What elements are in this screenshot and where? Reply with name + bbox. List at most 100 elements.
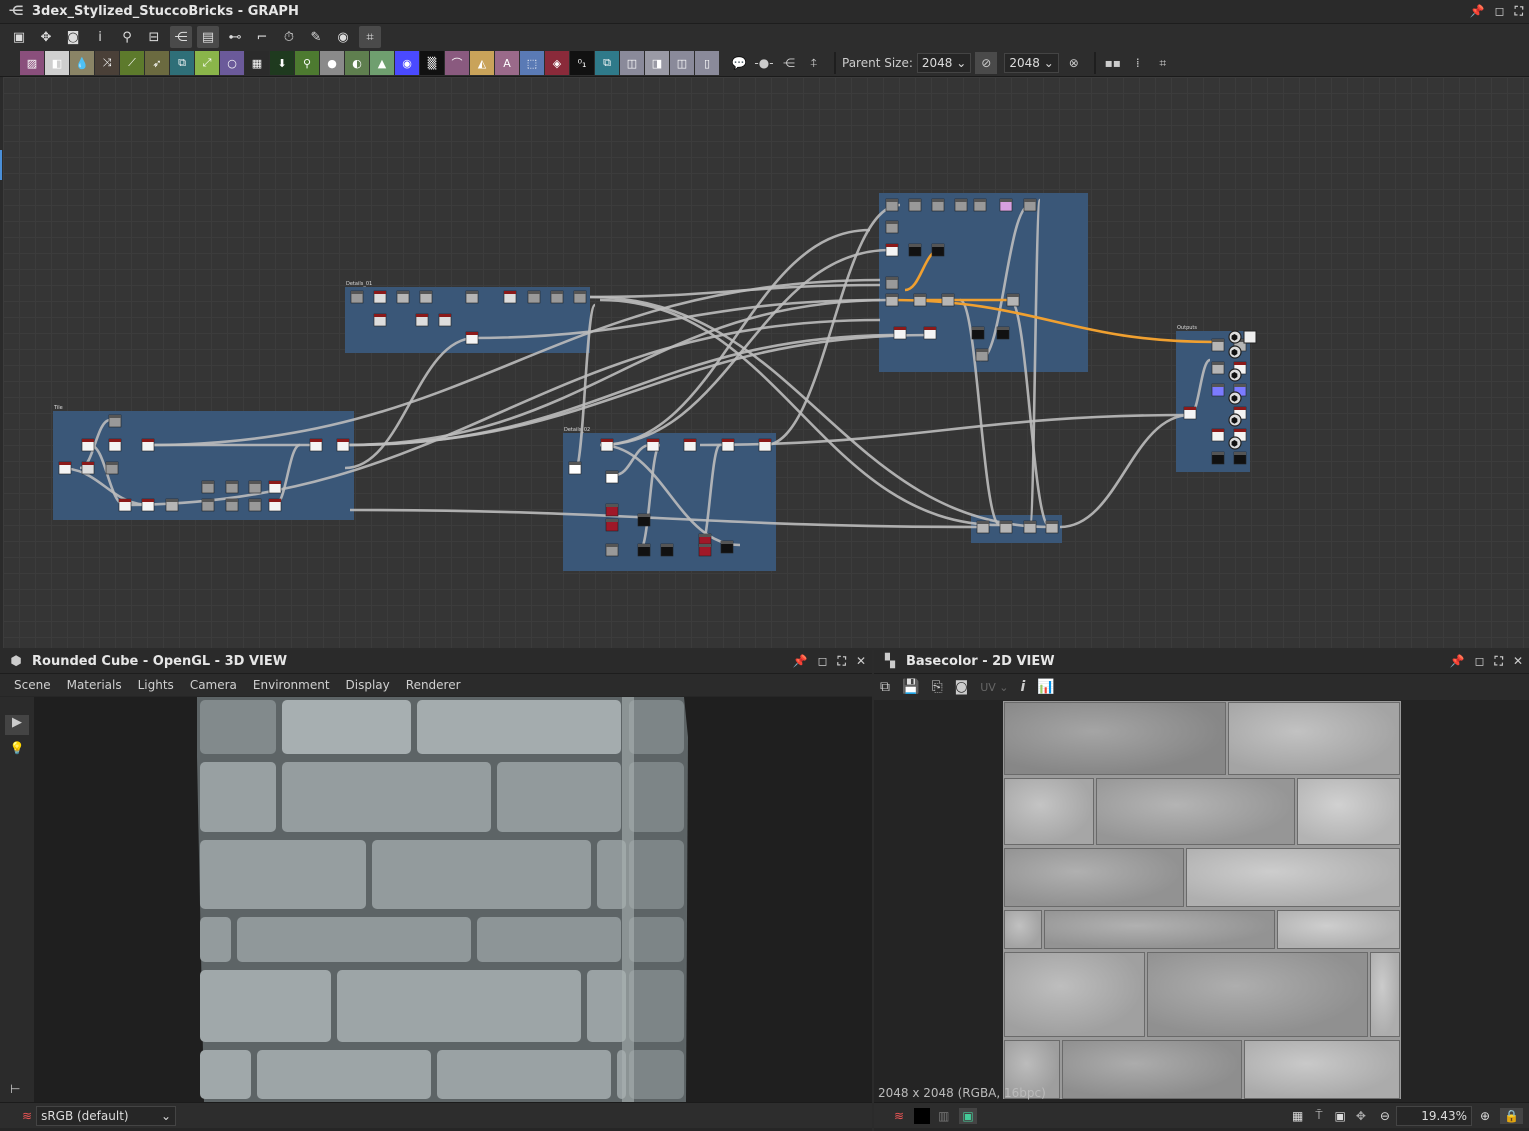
export-icon[interactable]: ⧉ (880, 679, 890, 695)
link-size-icon[interactable]: ⊘ (975, 52, 998, 74)
pin-icon[interactable]: 📌 (1450, 654, 1465, 669)
node-connection[interactable] (344, 336, 476, 470)
maximize-icon[interactable]: ⛶ (838, 654, 846, 669)
hsl-node-icon[interactable]: ◉ (395, 51, 419, 75)
tile-icon[interactable]: ▦ (1292, 1109, 1303, 1123)
reset-size-icon[interactable]: ⊗ (1063, 52, 1085, 74)
display-icon[interactable]: ▣ (959, 1107, 977, 1124)
menu-materials[interactable]: Materials (59, 678, 130, 692)
graph-frame[interactable] (879, 193, 1088, 372)
gradient-node-icon[interactable]: ⤢ (195, 51, 219, 75)
tile-node-icon[interactable]: ▦ (245, 51, 269, 75)
histogram-node-icon[interactable]: ▲ (370, 51, 394, 75)
search-icon[interactable]: ⚲ (116, 26, 138, 48)
zoom-in-icon[interactable]: ⊕ (1480, 1109, 1490, 1123)
fit-1-1-icon[interactable]: ✥ (1356, 1109, 1366, 1123)
align-vertical-icon[interactable]: ⁞ (1127, 52, 1149, 74)
output-node-icon[interactable]: ▯ (695, 51, 719, 75)
blend-node-icon[interactable]: ◧ (45, 51, 69, 75)
graph-node-icon[interactable]: ⋲ (778, 52, 800, 74)
width-select[interactable]: 2048 ⌄ (916, 53, 972, 73)
float-icon[interactable]: ◻ (818, 654, 828, 669)
noise-node-icon[interactable]: ▒ (420, 51, 444, 75)
input-func-icon[interactable]: ◫ (670, 51, 694, 75)
menu-lights[interactable]: Lights (130, 678, 182, 692)
shape-node-icon[interactable]: ○ (220, 51, 244, 75)
splitter-handle[interactable] (0, 150, 2, 180)
curve-node-icon[interactable]: ⟋ (120, 51, 144, 75)
input-color-icon[interactable]: ◫ (620, 51, 644, 75)
tools-icon[interactable]: ✎ (305, 26, 327, 48)
input-gray-icon[interactable]: ◨ (645, 51, 669, 75)
camera-icon[interactable]: ▶ (5, 715, 29, 735)
levels-node-icon[interactable]: ◐ (345, 51, 369, 75)
grid-snap-icon[interactable]: ⌗ (359, 26, 381, 48)
link-style-icon[interactable]: ⊷ (224, 26, 246, 48)
directional-warp-icon[interactable]: ➶ (145, 51, 169, 75)
scene-tree-icon[interactable]: ⊢ (10, 1082, 20, 1096)
maximize-icon[interactable]: ⛶ (1495, 654, 1503, 669)
shuffle-node-icon[interactable]: ⤨ (95, 51, 119, 75)
normal-node-icon[interactable]: ⧉ (595, 51, 619, 75)
channels-icon[interactable]: ≋ (894, 1109, 904, 1123)
3d-viewport[interactable] (34, 697, 872, 1102)
float-icon[interactable]: ◻ (1495, 4, 1505, 19)
camera-icon[interactable]: ◙ (62, 26, 84, 48)
close-icon[interactable]: ✕ (1513, 654, 1523, 669)
2d-viewport[interactable]: 2048 x 2048 (RGBA, 16bpc) (874, 700, 1529, 1102)
selection-node-icon[interactable]: ⬚ (520, 51, 544, 75)
info-icon[interactable]: i (1021, 679, 1026, 695)
menu-camera[interactable]: Camera (182, 678, 245, 692)
fit-icon[interactable]: ▣ (1335, 1109, 1346, 1123)
fx-map-icon[interactable]: ⚲ (295, 51, 319, 75)
warp-node-icon[interactable]: ⧉ (170, 51, 194, 75)
menu-environment[interactable]: Environment (245, 678, 338, 692)
close-icon[interactable]: ✕ (856, 654, 866, 669)
uv-select[interactable]: UV ⌄ (980, 681, 1008, 694)
snap-icon[interactable]: ⌗ (1152, 52, 1174, 74)
pin-icon[interactable]: 📌 (793, 654, 808, 669)
align-horizontal-icon[interactable]: ▪▪ (1102, 52, 1124, 74)
node-connection[interactable] (1059, 413, 1191, 529)
connector-icon[interactable]: ⌐ (251, 26, 273, 48)
checker-background-icon[interactable]: ▥ (938, 1109, 949, 1123)
layers-icon[interactable]: ≋ (22, 1109, 32, 1123)
menu-scene[interactable]: Scene (6, 678, 59, 692)
zoom-out-icon[interactable]: ⊖ (1380, 1109, 1390, 1123)
info-icon[interactable]: i (89, 26, 111, 48)
pin-dot-icon[interactable]: -●- (753, 52, 775, 74)
comment-icon[interactable]: 💬 (728, 52, 750, 74)
frames-icon[interactable]: ▤ (197, 26, 219, 48)
zoom-field[interactable]: 19.43% (1395, 1105, 1472, 1126)
checker-output-icon[interactable] (1243, 330, 1257, 344)
float-icon[interactable]: ◻ (1475, 654, 1485, 669)
graph-canvas[interactable]: Details_01 Tile Details_02 Outputs ⬢ ⬢ ⬢ ⬢ ⬢ ⬢ (3, 77, 1529, 648)
colorspace-select[interactable]: sRGB (default) ⌄ (36, 1105, 177, 1126)
histogram-icon[interactable]: 📊 (1037, 679, 1054, 695)
lock-icon[interactable]: 🔒 (1500, 1107, 1523, 1124)
menu-renderer[interactable]: Renderer (398, 678, 469, 692)
fill-node-icon[interactable]: ◈ (545, 51, 569, 75)
maximize-icon[interactable]: ⛶ (1515, 4, 1523, 19)
preview-icon[interactable]: ◉ (332, 26, 354, 48)
timer-icon[interactable]: ⏱ (278, 26, 300, 48)
blur-node-icon[interactable]: 💧 (70, 51, 94, 75)
height-select[interactable]: 2048 ⌄ (1004, 53, 1059, 73)
pixel-ratio-icon[interactable]: ⍑ (1315, 1108, 1322, 1123)
view-settings-icon[interactable]: ◙ (955, 679, 969, 695)
save-icon[interactable]: 💾 (902, 679, 919, 695)
pin-icon[interactable]: 📌 (1470, 4, 1485, 19)
pin-icon[interactable]: ⍏ (803, 52, 825, 74)
frame-all-icon[interactable]: ▣ (8, 26, 30, 48)
mirror-node-icon[interactable]: ◭ (470, 51, 494, 75)
black-background-icon[interactable] (914, 1107, 931, 1124)
light-icon[interactable]: 💡 (5, 741, 29, 761)
fit-1-1-icon[interactable]: ✥ (35, 26, 57, 48)
pixel-processor-icon[interactable]: ⁰₁ (570, 51, 594, 75)
spline-node-icon[interactable]: ⌒ (445, 51, 469, 75)
node-align-icon[interactable]: ⊟ (143, 26, 165, 48)
value-node-icon[interactable]: ● (320, 51, 344, 75)
copy-icon[interactable]: ⎘ (931, 679, 942, 695)
bitmap-node-icon[interactable]: ▨ (20, 51, 44, 75)
text-node-icon[interactable]: A (495, 51, 519, 75)
